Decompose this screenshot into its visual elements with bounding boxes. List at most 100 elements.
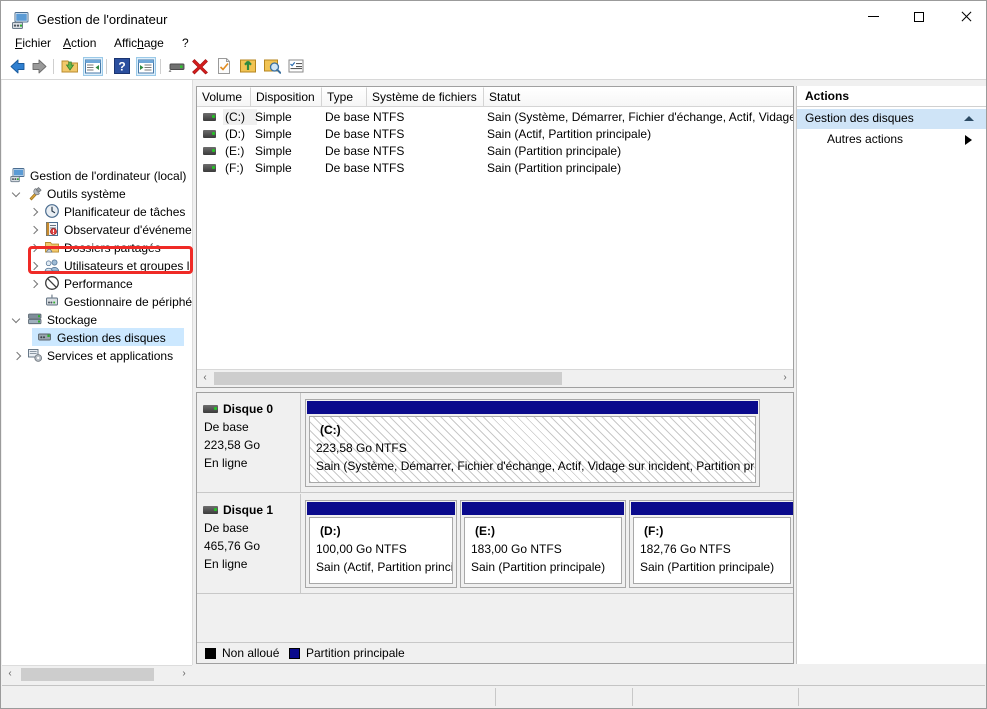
tree-node-label: Observateur d'événeme [64, 223, 192, 237]
tree-scroll-right-arrow[interactable]: › [176, 666, 192, 682]
drive-icon [203, 113, 216, 121]
help-icon[interactable]: ? [113, 57, 133, 76]
column-header-disposition[interactable]: Disposition [251, 87, 322, 106]
partition-color-bar [307, 502, 455, 515]
tree-horizontal-scrollbar[interactable]: ‹ › [2, 665, 192, 683]
partition-status: Sain (Partition principale) [640, 560, 775, 574]
chevron-right-icon[interactable] [13, 352, 22, 361]
disk-state: En ligne [204, 456, 248, 470]
menu-affichage-pre: Affic [114, 36, 138, 50]
disk-icon[interactable] [167, 57, 187, 76]
chevron-up-icon[interactable] [964, 116, 974, 121]
column-header-type[interactable]: Type [322, 87, 367, 106]
show-hide-console-tree-icon[interactable] [83, 57, 103, 76]
tree-node-label: Utilisateurs et groupes l [64, 259, 190, 273]
partition-c[interactable]: (C:) 223,58 Go NTFS Sain (Système, Démar… [305, 399, 760, 487]
menu-help[interactable]: ? [176, 35, 195, 52]
status-bar [2, 685, 985, 707]
performance-icon [44, 275, 60, 291]
menu-fichier-label-rest: ichier [22, 36, 52, 50]
disk-legend: Non alloué Partition principale [197, 642, 793, 663]
table-row[interactable]: (C:) Simple De base NTFS Sain (Système, … [197, 109, 793, 126]
disk-row-1[interactable]: Disque 1 De base 465,76 Go En ligne (D:)… [197, 494, 793, 594]
volume-list-header: Volume Disposition Type Système de fichi… [197, 87, 793, 107]
tree-node-label: Planificateur de tâches [64, 205, 186, 219]
computer-management-icon [11, 10, 31, 30]
column-header-volume[interactable]: Volume [197, 87, 251, 106]
disk-type: De base [204, 521, 249, 535]
back-icon[interactable] [7, 57, 27, 76]
close-button[interactable] [942, 1, 987, 32]
cell-type: De base [325, 127, 370, 141]
menu-fichier[interactable]: Fichier [9, 35, 57, 52]
chevron-right-icon[interactable] [30, 208, 39, 217]
partition-d[interactable]: (D:) 100,00 Go NTFS Sain (Actif, Partiti… [305, 500, 457, 588]
console-tree-panel[interactable]: Gestion de l'ordinateur (local) Outils s… [2, 80, 193, 665]
menu-action[interactable]: Action [57, 35, 102, 52]
up-folder-icon[interactable] [60, 57, 80, 76]
submenu-arrow-icon [965, 135, 972, 145]
chevron-right-icon[interactable] [30, 280, 39, 289]
table-row[interactable]: (E:) Simple De base NTFS Sain (Partition… [197, 143, 793, 160]
disk-1-partitions: (D:) 100,00 Go NTFS Sain (Actif, Partiti… [302, 494, 793, 593]
cell-filesystem: NTFS [373, 110, 405, 124]
volume-scroll-left-arrow[interactable]: ‹ [197, 370, 213, 386]
disk-info-0[interactable]: Disque 0 De base 223,58 Go En ligne [197, 393, 301, 492]
cell-filesystem: NTFS [373, 144, 405, 158]
partition-e[interactable]: (E:) 183,00 Go NTFS Sain (Partition prin… [460, 500, 626, 588]
cell-status: Sain (Partition principale) [487, 144, 622, 158]
maximize-button[interactable] [896, 1, 942, 32]
table-row[interactable]: (D:) Simple De base NTFS Sain (Actif, Pa… [197, 126, 793, 143]
action-item-autres-actions[interactable]: Autres actions [797, 130, 986, 150]
partition-label: (C:) [320, 423, 341, 437]
forward-icon[interactable] [30, 57, 50, 76]
tree-node-label: Gestion de l'ordinateur (local) [30, 169, 187, 183]
chevron-right-icon[interactable] [30, 226, 39, 235]
tree-scroll-left-arrow[interactable]: ‹ [2, 666, 18, 682]
partition-size: 183,00 Go NTFS [471, 542, 562, 556]
cell-volume: (D:) [225, 127, 245, 141]
volume-list[interactable]: Volume Disposition Type Système de fichi… [196, 86, 794, 388]
show-action-pane-icon[interactable] [136, 57, 156, 76]
volume-scroll-right-arrow[interactable]: › [777, 370, 793, 386]
partition-f[interactable]: (F:) 182,76 Go NTFS Sain (Partition prin… [629, 500, 793, 588]
chevron-right-icon[interactable] [30, 262, 39, 271]
disk-name: Disque 1 [223, 503, 274, 517]
chevron-down-icon[interactable] [13, 316, 22, 325]
chevron-down-icon[interactable] [13, 190, 22, 199]
action-item-label: Autres actions [827, 132, 904, 146]
minimize-button[interactable] [850, 1, 896, 32]
clock-icon [44, 203, 60, 219]
volume-scroll-thumb[interactable] [214, 372, 562, 385]
menu-action-label-rest: ction [71, 36, 97, 50]
column-header-systeme-de-fichiers[interactable]: Système de fichiers [367, 87, 484, 106]
task-list-icon[interactable] [287, 57, 307, 76]
chevron-right-icon[interactable] [30, 244, 39, 253]
disk-info-1[interactable]: Disque 1 De base 465,76 Go En ligne [197, 494, 301, 593]
disk-management-icon [37, 329, 53, 345]
actions-group-label: Gestion des disques [805, 111, 914, 125]
export-list-icon[interactable] [239, 57, 259, 76]
toolbar-separator-2 [106, 59, 107, 74]
delete-red-x-icon[interactable] [191, 57, 211, 76]
menu-affichage[interactable]: Affichage [108, 35, 170, 52]
partition-status: Sain (Partition principale) [471, 560, 606, 574]
disk-row-0[interactable]: Disque 0 De base 223,58 Go En ligne (C:)… [197, 393, 793, 493]
tree-node-label: Stockage [47, 313, 98, 327]
table-row[interactable]: (F:) Simple De base NTFS Sain (Partition… [197, 160, 793, 177]
tree-node-label: Performance [64, 277, 133, 291]
scan-icon[interactable] [263, 57, 283, 76]
partition-color-bar [631, 502, 793, 515]
svg-text:?: ? [118, 59, 125, 73]
tree-scroll-thumb[interactable] [21, 668, 154, 681]
volume-list-horizontal-scrollbar[interactable]: ‹ › [197, 369, 793, 387]
drive-icon [203, 147, 216, 155]
legend-label-unallocated: Non alloué [222, 646, 280, 660]
column-header-statut[interactable]: Statut [484, 87, 793, 106]
disk-graphical-view[interactable]: Disque 0 De base 223,58 Go En ligne (C:)… [196, 392, 794, 664]
legend-label-primary-partition: Partition principale [306, 646, 405, 660]
properties-icon[interactable] [215, 57, 235, 76]
partition-body: (C:) 223,58 Go NTFS Sain (Système, Démar… [309, 416, 756, 483]
partition-status: Sain (Système, Démarrer, Fichier d'échan… [316, 459, 756, 473]
actions-group-gestion-des-disques[interactable]: Gestion des disques [797, 108, 986, 129]
